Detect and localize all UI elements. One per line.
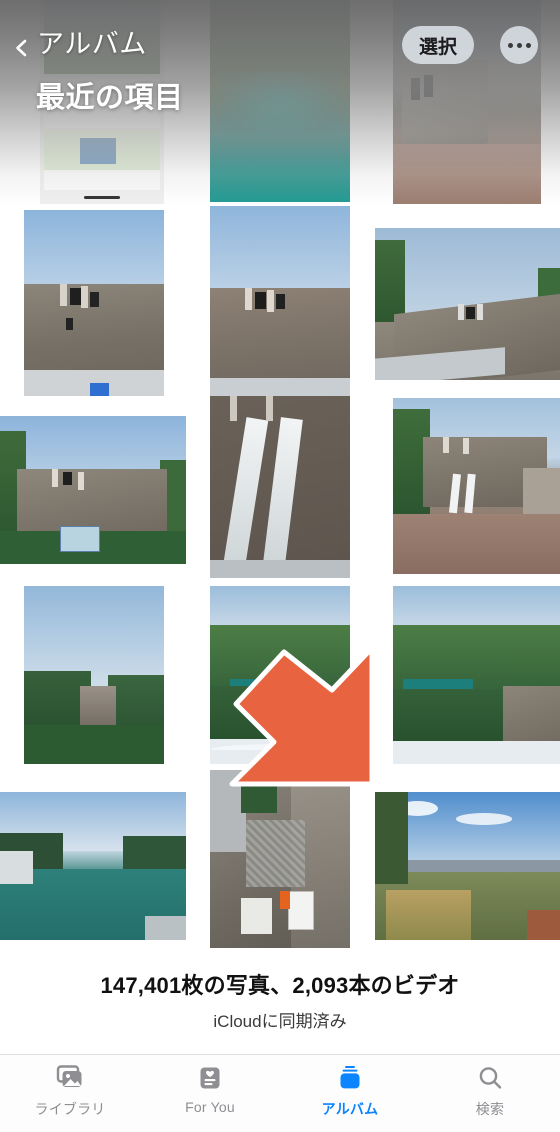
photo-stack-icon bbox=[55, 1063, 85, 1093]
photo-grid[interactable] bbox=[0, 0, 560, 980]
photo-thumbnail[interactable] bbox=[393, 586, 560, 764]
photo-thumbnail[interactable] bbox=[0, 416, 186, 564]
photo-thumbnail[interactable] bbox=[375, 228, 560, 380]
back-label: アルバム bbox=[37, 29, 147, 59]
library-summary: 147,401枚の写真、2,093本のビデオ iCloudに同期済み bbox=[0, 968, 560, 1032]
photo-thumbnail[interactable] bbox=[24, 586, 164, 764]
search-icon bbox=[477, 1063, 503, 1093]
tab-bar[interactable]: ライブラリ For You アルバム 検索 bbox=[0, 1054, 560, 1132]
ellipsis-icon bbox=[507, 42, 531, 48]
page-title: 最近の項目 bbox=[36, 82, 184, 114]
tab-search[interactable]: 検索 bbox=[420, 1063, 560, 1119]
for-you-card-icon bbox=[197, 1063, 223, 1093]
tab-library[interactable]: ライブラリ bbox=[0, 1063, 140, 1119]
select-button-label: 選択 bbox=[418, 36, 457, 58]
back-to-albums-button[interactable]: アルバム bbox=[12, 22, 147, 61]
photos-app-screen: アルバム 最近の項目 選択 147,401枚の写真、2,093本のビデオ iCl… bbox=[0, 0, 560, 1132]
photo-video-count: 147,401枚の写真、2,093本のビデオ bbox=[100, 973, 460, 998]
photo-thumbnail[interactable] bbox=[24, 210, 164, 396]
photo-thumbnail[interactable] bbox=[0, 792, 186, 940]
home-indicator bbox=[205, 1121, 355, 1126]
tab-albums[interactable]: アルバム bbox=[280, 1063, 420, 1119]
tab-albums-label: アルバム bbox=[321, 1101, 379, 1117]
photo-thumbnail[interactable] bbox=[210, 0, 350, 202]
tab-for-you[interactable]: For You bbox=[140, 1063, 280, 1115]
more-options-button[interactable] bbox=[500, 26, 538, 64]
tab-library-label: ライブラリ bbox=[34, 1101, 106, 1117]
albums-stack-icon bbox=[336, 1063, 364, 1093]
photo-thumbnail[interactable] bbox=[393, 398, 560, 574]
chevron-left-icon bbox=[12, 33, 30, 56]
icloud-sync-status: iCloudに同期済み bbox=[213, 1012, 347, 1031]
photo-thumbnail[interactable] bbox=[210, 206, 350, 402]
tab-search-label: 検索 bbox=[475, 1101, 505, 1117]
photo-thumbnail[interactable] bbox=[210, 770, 350, 948]
photo-thumbnail[interactable] bbox=[210, 586, 350, 764]
select-button[interactable]: 選択 bbox=[402, 26, 474, 64]
tab-for-you-label: For You bbox=[185, 1099, 235, 1115]
photo-thumbnail[interactable] bbox=[210, 396, 350, 578]
photo-thumbnail[interactable] bbox=[375, 792, 560, 940]
